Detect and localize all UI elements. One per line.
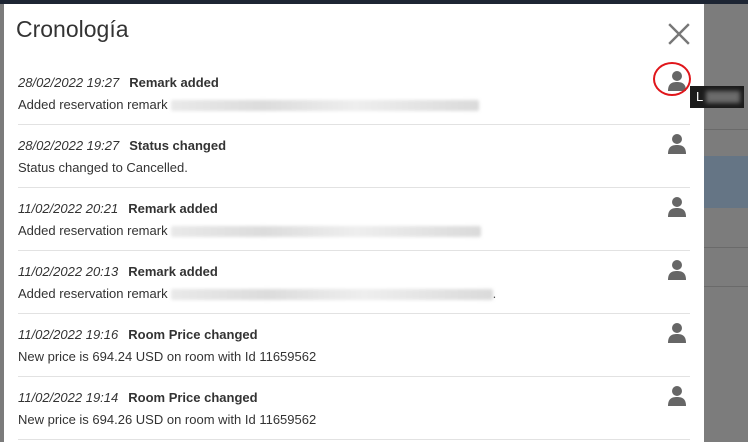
entry-type: Status changed: [129, 138, 227, 153]
modal-title: Cronología: [16, 16, 129, 42]
entry-date: 11/02/2022 19:14: [18, 390, 119, 405]
entry-type: Remark added: [129, 75, 219, 90]
background-divider: [704, 286, 748, 287]
entry-description: Added reservation remark.: [18, 286, 496, 301]
entry-description-text: Added reservation remark: [18, 223, 168, 238]
background-panel: [704, 4, 748, 442]
entry-description: Added reservation remark: [18, 97, 479, 112]
entry-description: Added reservation remark: [18, 223, 481, 238]
user-tooltip: L: [690, 86, 744, 108]
entry-date: 28/02/2022 19:27: [18, 138, 120, 153]
entry-header: 28/02/2022 19:27 Remark added: [18, 75, 219, 90]
background-divider: [704, 129, 748, 130]
background-selected-row: [704, 156, 748, 208]
entry-header: 11/02/2022 19:16 Room Price changed: [18, 327, 258, 342]
entry-type: Remark added: [128, 264, 218, 279]
entry-date: 11/02/2022 20:13: [18, 264, 119, 279]
user-icon[interactable]: [666, 385, 688, 407]
timeline-entry: 11/02/2022 20:21 Remark added Added reser…: [18, 188, 690, 251]
redacted-remark: [170, 226, 481, 238]
entry-header: 11/02/2022 20:13 Remark added: [18, 264, 218, 279]
entry-type: Room Price changed: [128, 390, 258, 405]
timeline-entry: 11/02/2022 19:14 Room Price changed New p…: [18, 377, 690, 440]
user-icon[interactable]: [666, 133, 688, 155]
timeline-modal: Cronología 28/02/2022 19:27 Remark added …: [4, 4, 704, 442]
entry-description: New price is 694.26 USD on room with Id …: [18, 412, 317, 427]
background-divider: [704, 247, 748, 248]
entry-description-text: Added reservation remark: [18, 286, 168, 301]
entry-type: Remark added: [128, 201, 218, 216]
tooltip-text: L: [696, 89, 704, 104]
entry-date: 28/02/2022 19:27: [18, 75, 120, 90]
user-icon[interactable]: [666, 196, 688, 218]
entry-description: New price is 694.24 USD on room with Id …: [18, 349, 317, 364]
entry-description-suffix: .: [492, 286, 497, 301]
timeline-entry: 28/02/2022 19:27 Remark added Added reser…: [18, 62, 690, 125]
redacted-remark: [170, 289, 493, 301]
entry-header: 11/02/2022 20:21 Remark added: [18, 201, 218, 216]
entry-type: Room Price changed: [128, 327, 258, 342]
entry-description: Status changed to Cancelled.: [18, 160, 188, 175]
timeline-list: 28/02/2022 19:27 Remark added Added reser…: [18, 62, 690, 440]
redacted-remark: [170, 100, 479, 112]
timeline-entry: 28/02/2022 19:27 Status changed Status ch…: [18, 125, 690, 188]
user-icon[interactable]: [666, 322, 688, 344]
redacted-username: [706, 91, 740, 103]
timeline-entry: 11/02/2022 20:13 Remark added Added reser…: [18, 251, 690, 314]
entry-description-text: Added reservation remark: [18, 97, 168, 112]
entry-date: 11/02/2022 19:16: [18, 327, 119, 342]
timeline-entry: 11/02/2022 19:16 Room Price changed New p…: [18, 314, 690, 377]
close-icon[interactable]: [666, 21, 692, 47]
entry-header: 28/02/2022 19:27 Status changed: [18, 138, 226, 153]
entry-header: 11/02/2022 19:14 Room Price changed: [18, 390, 258, 405]
highlight-ring: [653, 62, 691, 96]
entry-date: 11/02/2022 20:21: [18, 201, 119, 216]
user-icon[interactable]: [666, 259, 688, 281]
